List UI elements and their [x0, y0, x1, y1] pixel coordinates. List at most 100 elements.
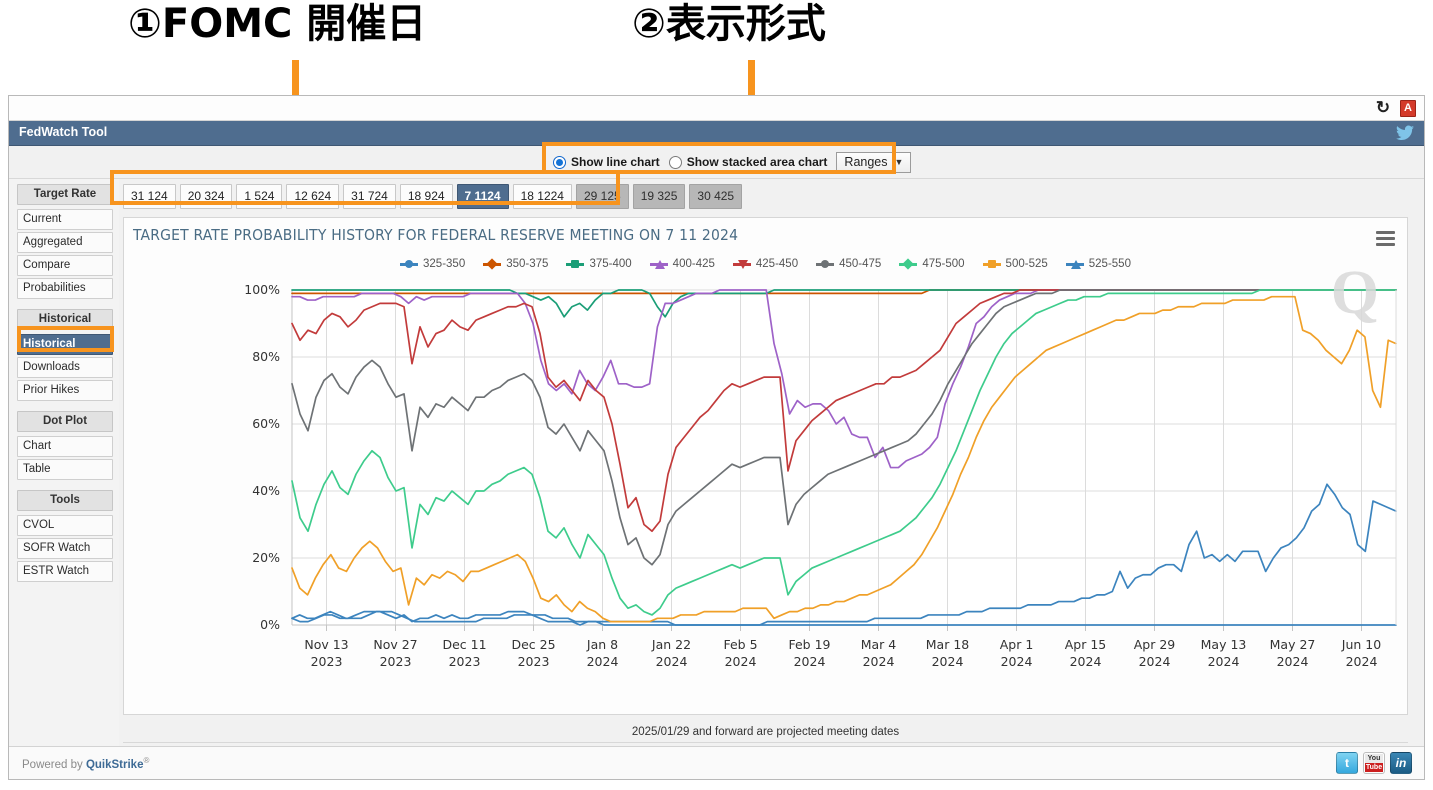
fomc-date-tab[interactable]: 12 624 — [286, 184, 340, 209]
legend-item[interactable]: 425-450 — [732, 258, 799, 270]
sidebar-item-estr-watch[interactable]: ESTR Watch — [17, 561, 113, 582]
hamburger-menu-icon[interactable] — [1376, 231, 1395, 246]
fomc-date-tab[interactable]: 29 125 — [575, 184, 629, 209]
x-axis-tick-year-label: 2024 — [932, 654, 964, 669]
legend-label: 475-500 — [922, 258, 965, 270]
legend-symbol-square — [987, 260, 996, 268]
chart-title: TARGET RATE PROBABILITY HISTORY FOR FEDE… — [133, 226, 739, 244]
radio-show-stacked-area-chart[interactable]: Show stacked area chart — [668, 155, 827, 169]
x-axis-tick-label: Feb 5 — [723, 637, 757, 652]
sidebar-item-chart[interactable]: Chart — [17, 436, 113, 457]
legend-marker-icon — [982, 258, 1001, 270]
fomc-date-tab[interactable]: 18 1224 — [512, 184, 572, 209]
sidebar-item-downloads[interactable]: Downloads — [17, 357, 113, 378]
legend-marker-icon — [400, 258, 419, 270]
sidebar-item-cvol[interactable]: CVOL — [17, 515, 113, 536]
legend-symbol-diamond — [486, 258, 498, 270]
ranges-dropdown[interactable]: Ranges ▼ — [836, 151, 912, 173]
powered-by-prefix: Powered by — [22, 758, 86, 771]
legend-symbol-circle — [821, 260, 830, 268]
radio-stacked-area-indicator[interactable] — [668, 155, 682, 169]
fomc-date-tab[interactable]: 31 124 — [123, 184, 176, 209]
x-axis-tick-year-label: 2024 — [1070, 654, 1102, 669]
x-axis-tick-year-label: 2023 — [449, 654, 481, 669]
y-axis-tick-label: 60% — [252, 416, 280, 431]
x-axis-tick-label: Nov 13 — [304, 637, 348, 652]
sidebar-item-sofr-watch[interactable]: SOFR Watch — [17, 538, 113, 559]
legend-item[interactable]: 375-400 — [566, 258, 632, 270]
sidebar-item-prior-hikes[interactable]: Prior Hikes — [17, 380, 113, 401]
sidebar-group-historical: Historical — [17, 309, 113, 330]
legend-symbol-diamond — [902, 258, 914, 270]
legend-item[interactable]: 325-350 — [400, 258, 465, 270]
y-axis-tick-label: 100% — [244, 282, 280, 297]
x-axis-tick-year-label: 2024 — [725, 654, 757, 669]
legend-marker-icon — [649, 258, 668, 270]
x-axis-tick-year-label: 2024 — [1277, 654, 1309, 669]
legend-marker-icon — [899, 258, 918, 270]
fomc-date-tab[interactable]: 31 724 — [343, 184, 396, 209]
fedwatch-app-window: ↻ A FedWatch Tool Show line chart Show s… — [8, 95, 1425, 780]
x-axis-tick-label: Jan 8 — [586, 637, 618, 652]
window-toolstrip: ↻ A — [9, 96, 1424, 121]
x-axis-tick-year-label: 2023 — [518, 654, 550, 669]
legend-item[interactable]: 350-375 — [483, 258, 548, 270]
y-axis-tick-label: 40% — [252, 483, 280, 498]
fomc-date-tab[interactable]: 19 325 — [632, 184, 686, 209]
sidebar-item-table[interactable]: Table — [17, 459, 113, 480]
legend-item[interactable]: 450-475 — [816, 258, 881, 270]
fomc-date-tab-bar: 31 124 20 324 1 524 12 624 31 724 18 924 7 112… — [123, 184, 743, 209]
refresh-icon[interactable]: ↻ — [1374, 99, 1392, 117]
legend-symbol-circle — [405, 260, 414, 268]
chart-footnote: 2025/01/29 and forward are projected mee… — [631, 726, 900, 738]
legend-symbol-square — [571, 260, 580, 268]
fomc-date-tab[interactable]: 20 324 — [179, 184, 233, 209]
sidebar-item-compare[interactable]: Compare — [17, 255, 113, 276]
y-axis-tick-label: 80% — [252, 349, 280, 364]
x-axis-tick-label: Apr 29 — [1134, 637, 1176, 652]
x-axis-tick-year-label: 2024 — [587, 654, 619, 669]
legend-item[interactable]: 525-550 — [1065, 258, 1131, 270]
x-axis-tick-year-label: 2024 — [794, 654, 826, 669]
x-axis-tick-year-label: 2024 — [1208, 654, 1240, 669]
social-links: t You Tube in — [1336, 752, 1412, 774]
x-axis-tick-label: Apr 1 — [1000, 637, 1034, 652]
sidebar-item-probabilities[interactable]: Probabilities — [17, 278, 113, 299]
chevron-down-icon: ▼ — [894, 157, 904, 167]
legend-item[interactable]: 400-425 — [649, 258, 715, 270]
registered-mark: ® — [143, 756, 150, 765]
radio-line-chart-label: Show line chart — [571, 155, 660, 169]
sidebar-item-aggregated[interactable]: Aggregated — [17, 232, 113, 253]
legend-item[interactable]: 500-525 — [982, 258, 1048, 270]
legend-label: 425-450 — [755, 258, 799, 270]
y-axis-tick-label: 0% — [260, 617, 280, 632]
x-axis-tick-year-label: 2024 — [1001, 654, 1033, 669]
youtube-icon[interactable]: You Tube — [1363, 752, 1385, 774]
radio-show-line-chart[interactable]: Show line chart — [553, 155, 660, 169]
pdf-export-icon[interactable]: A — [1400, 100, 1416, 117]
fomc-date-tab[interactable]: 7 1124 — [456, 184, 509, 209]
sidebar-item-current[interactable]: Current — [17, 209, 113, 230]
display-options-group: Show line chart Show stacked area chart … — [547, 149, 917, 175]
sidebar-group-tools: Tools — [17, 490, 113, 511]
fomc-date-tab[interactable]: 30 425 — [689, 184, 743, 209]
twitter-icon[interactable] — [1396, 125, 1414, 141]
fomc-date-tab[interactable]: 1 524 — [236, 184, 283, 209]
sidebar-group-dot-plot: Dot Plot — [17, 411, 113, 432]
legend-label: 525-550 — [1088, 258, 1131, 270]
annotation-callout-1: ①FOMC 開催日 — [128, 1, 427, 47]
twitter-icon[interactable]: t — [1336, 752, 1358, 774]
legend-item[interactable]: 475-500 — [899, 258, 965, 270]
legend-label: 450-475 — [839, 258, 882, 270]
linkedin-icon[interactable]: in — [1390, 752, 1412, 774]
legend-symbol-triup — [654, 260, 665, 269]
fomc-date-tab[interactable]: 18 924 — [399, 184, 453, 209]
radio-line-chart-indicator[interactable] — [553, 155, 566, 169]
x-axis-tick-label: Dec 25 — [511, 637, 555, 652]
youtube-glyph-top: You — [1365, 754, 1383, 763]
sidebar-item-historical[interactable]: Historical — [17, 334, 113, 355]
x-axis-tick-year-label: 2024 — [1139, 654, 1171, 669]
app-footer: Powered by QuikStrike® t You Tube in — [9, 746, 1424, 779]
